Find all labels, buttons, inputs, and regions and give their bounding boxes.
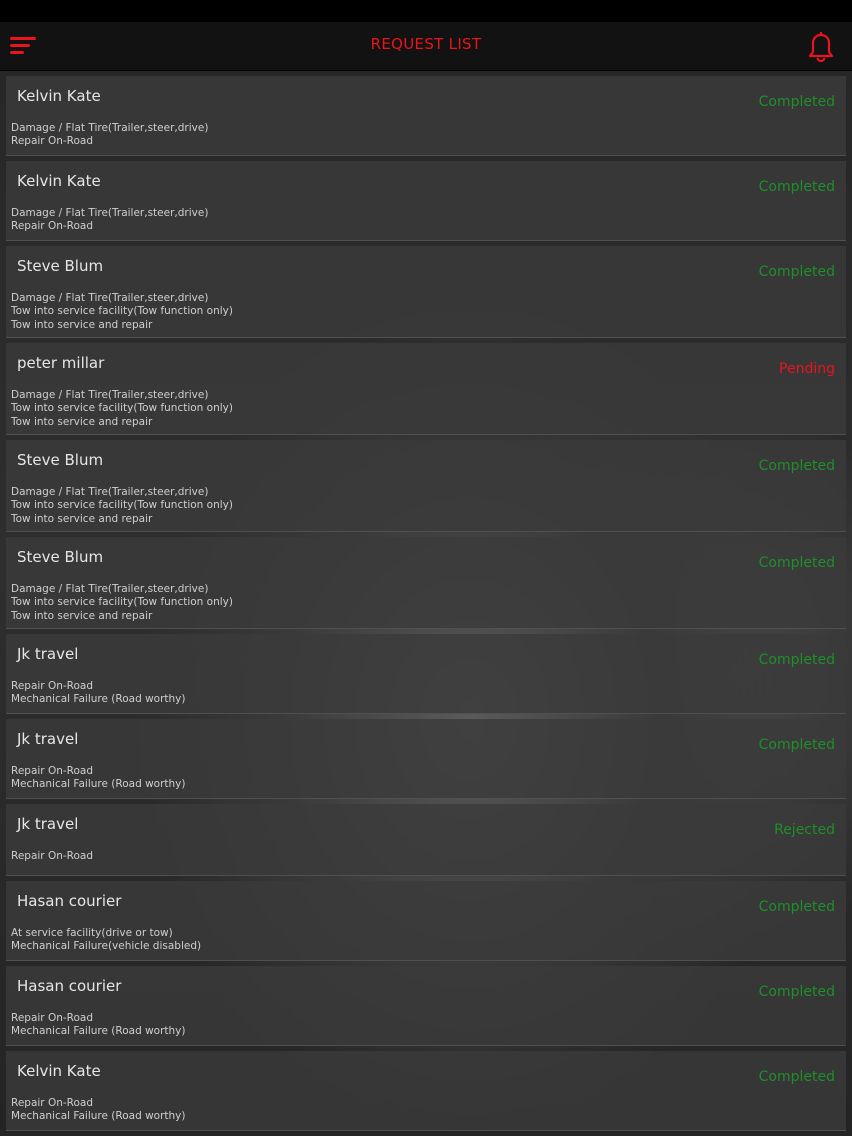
request-detail-line: Mechanical Failure (Road worthy) [11,693,186,706]
request-card[interactable]: Jk travel Completed Repair On-Road Mechanic… [6,634,846,714]
requester-name: Jk travel [17,730,79,748]
request-detail-line: Damage / Flat Tire(Trailer,steer,drive) [11,486,209,498]
request-detail-line: Repair On-Road [11,850,94,862]
request-card[interactable]: Steve Blum Completed Damage / Flat Tire(Tr… [6,440,846,532]
status-badge: Completed [758,1069,835,1085]
request-detail-line: Damage / Flat Tire(Trailer,steer,drive) [11,207,209,219]
request-card[interactable]: Hasan courier Completed Repair On-Road Mech… [6,966,846,1046]
request-card[interactable]: Kelvin Kate Completed Damage / Flat Tire(T… [6,76,846,156]
status-badge: Completed [758,984,835,1000]
request-detail-line: Damage / Flat Tire(Trailer,steer,drive) [11,583,209,595]
request-detail-line: Tow into service facility(Tow function o… [11,305,233,318]
requester-name: Jk travel [17,645,79,663]
request-details: Repair On-Road Mechanical Failure (Road w… [11,1097,186,1124]
status-badge: Completed [758,652,835,668]
request-detail-line: Tow into service facility(Tow function o… [11,402,233,415]
request-card[interactable]: peter millar Pending Damage / Flat Tire(Tr… [6,343,846,435]
request-detail-line: Damage / Flat Tire(Trailer,steer,drive) [11,122,209,134]
requester-name: Kelvin Kate [17,87,101,105]
requester-name: Kelvin Kate [17,1062,101,1080]
requester-name: Jk travel [17,815,79,833]
bell-icon[interactable] [807,30,835,63]
requester-name: Steve Blum [17,257,104,275]
request-card[interactable]: Jk travel Rejected Repair On-Road [6,804,846,876]
request-card[interactable]: Kelvin Kate Completed Repair On-Road Mechan… [6,1051,846,1131]
request-details: Damage / Flat Tire(Trailer,steer,drive) R… [11,207,208,234]
request-detail-line: Mechanical Failure (Road worthy) [11,1025,186,1038]
requester-name: Steve Blum [17,451,104,469]
navigation-bar: REQUEST LIST [0,22,852,71]
status-badge: Completed [758,264,835,280]
request-details: Damage / Flat Tire(Trailer,steer,drive) T… [11,486,233,526]
status-badge: Rejected [774,822,835,838]
request-details: Repair On-Road [11,850,93,863]
request-detail-line: At service facility(drive or tow) [11,927,173,939]
request-detail-line: Mechanical Failure(vehicle disabled) [11,940,202,953]
request-detail-line: Tow into service facility(Tow function o… [11,499,233,512]
request-detail-line: Tow into service and repair [11,318,153,331]
requester-name: Steve Blum [17,548,104,566]
request-detail-line: Tow into service and repair [11,415,153,428]
status-badge: Completed [758,179,835,195]
requester-name: Hasan courier [17,977,122,995]
request-detail-line: Damage / Flat Tire(Trailer,steer,drive) [11,292,209,304]
request-card[interactable]: Jk travel Completed Repair On-Road Mechanic… [6,719,846,799]
status-badge: Completed [758,458,835,474]
request-detail-line: Repair On-Road [11,765,94,777]
request-details: Damage / Flat Tire(Trailer,steer,drive) T… [11,389,233,429]
request-details: Repair On-Road Mechanical Failure (Road w… [11,1012,186,1039]
request-details: Damage / Flat Tire(Trailer,steer,drive) T… [11,583,233,623]
request-card[interactable]: Hasan courier Completed At service facilit… [6,881,846,961]
request-detail-line: Repair On-Road [11,1097,94,1109]
status-badge: Completed [758,899,835,915]
status-badge: Completed [758,94,835,110]
request-list: Kelvin Kate Completed Damage / Flat Tire(T… [6,76,846,1136]
request-details: Repair On-Road Mechanical Failure (Road w… [11,680,186,707]
request-details: At service facility(drive or tow) Mechani… [11,927,201,954]
request-detail-line: Damage / Flat Tire(Trailer,steer,drive) [11,389,209,401]
request-detail-line: Repair On-Road [11,135,94,148]
request-detail-line: Mechanical Failure (Road worthy) [11,1110,186,1123]
request-detail-line: Repair On-Road [11,1012,94,1024]
status-bar [0,0,852,22]
status-badge: Completed [758,737,835,753]
request-detail-line: Repair On-Road [11,220,94,233]
request-card[interactable]: Steve Blum Completed Damage / Flat Tire(Tr… [6,537,846,629]
page-title: REQUEST LIST [370,35,482,53]
request-details: Damage / Flat Tire(Trailer,steer,drive) T… [11,292,233,332]
request-detail-line: Tow into service and repair [11,609,153,622]
requester-name: peter millar [17,354,105,372]
requester-name: Hasan courier [17,892,122,910]
status-badge: Completed [758,555,835,571]
request-detail-line: Repair On-Road [11,680,94,692]
request-detail-line: Tow into service facility(Tow function o… [11,596,233,609]
request-detail-line: Mechanical Failure (Road worthy) [11,778,186,791]
requester-name: Kelvin Kate [17,172,101,190]
request-detail-line: Tow into service and repair [11,512,153,525]
request-details: Repair On-Road Mechanical Failure (Road w… [11,765,186,792]
status-badge: Pending [779,361,835,377]
request-card[interactable]: Kelvin Kate Completed Damage / Flat Tire(T… [6,161,846,241]
request-details: Damage / Flat Tire(Trailer,steer,drive) R… [11,122,208,149]
request-card[interactable]: Steve Blum Completed Damage / Flat Tire(Tr… [6,246,846,338]
